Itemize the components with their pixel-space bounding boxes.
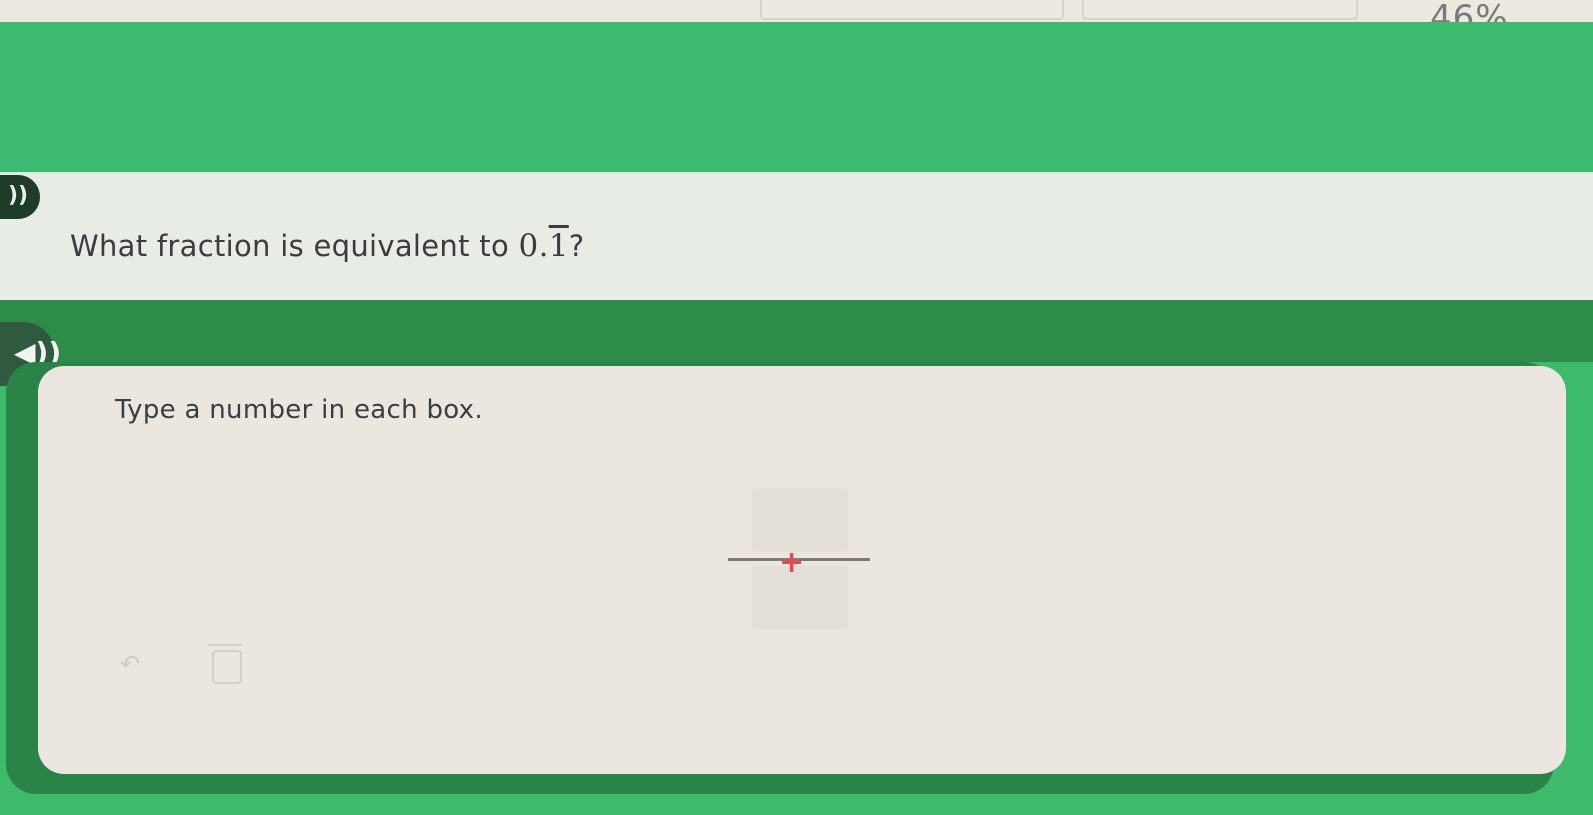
numerator-input[interactable] bbox=[752, 488, 848, 552]
repeating-decimal: 0.1 bbox=[519, 228, 569, 264]
decimal-leading: 0. bbox=[518, 228, 549, 264]
repeating-digit: 1 bbox=[548, 228, 569, 264]
question-text: What fraction is equivalent to 0.1? bbox=[70, 228, 584, 264]
undo-icon[interactable]: ↶ bbox=[120, 650, 140, 678]
header-band bbox=[0, 22, 1593, 172]
question-prefix: What fraction is equivalent to bbox=[70, 229, 510, 263]
divider-band bbox=[0, 300, 1593, 362]
progress-segment bbox=[1082, 0, 1358, 20]
instruction-text: Type a number in each box. bbox=[115, 395, 483, 425]
progress-segment bbox=[760, 0, 1064, 20]
question-suffix: ? bbox=[568, 229, 585, 263]
top-bar: 46% bbox=[0, 0, 1593, 38]
text-cursor: + bbox=[779, 545, 805, 580]
speaker-icon: )) bbox=[8, 183, 29, 208]
trash-icon[interactable] bbox=[208, 644, 242, 684]
